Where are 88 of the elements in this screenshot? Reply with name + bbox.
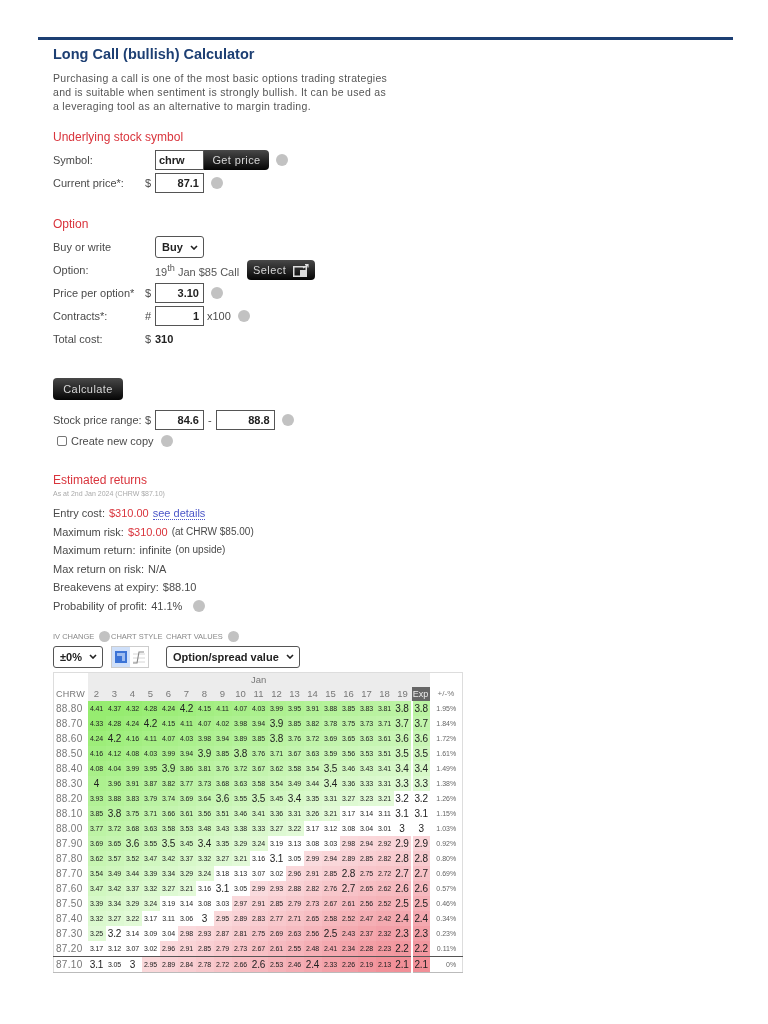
- description: Purchasing a call is one of the most basic options trading strategies and is suitable when sentiment is strongly bullish. It can be used as a leveraging tool as an alternative to margin trading.: [53, 71, 389, 113]
- help-icon[interactable]: [276, 154, 288, 166]
- field-label: Buy or write: [53, 241, 113, 253]
- table-icon[interactable]: [112, 646, 130, 667]
- buy-or-write-select[interactable]: Buy: [155, 236, 204, 258]
- metric-value: $310.00: [108, 506, 149, 521]
- checkbox-label[interactable]: Create new copy: [71, 435, 154, 447]
- help-icon[interactable]: [237, 310, 250, 322]
- option-value: 19$^{th}$ Jan $85 Call: [155, 262, 240, 278]
- select-button[interactable]: Select: [247, 260, 316, 280]
- current-price-input[interactable]: 87.1: [155, 173, 204, 193]
- metric-label: Max return on risk:: [53, 561, 145, 577]
- price-cell: 87.40: [53, 910, 88, 926]
- chevron-down-icon: [285, 654, 294, 660]
- metric-value: infinite: [139, 543, 172, 559]
- help-icon[interactable]: [211, 177, 223, 189]
- symbol-input[interactable]: chrw: [155, 150, 204, 170]
- metric-label: Probability of profit:: [53, 598, 148, 614]
- page-title: Long Call (bullish) Calculator: [53, 45, 256, 63]
- section-heading: Estimated returns: [53, 472, 149, 488]
- metric-note: (at CHRW $85.00): [171, 524, 254, 539]
- prefix-symbol: $: [145, 414, 153, 426]
- table-cell: 2.1: [411, 956, 430, 973]
- price-cell: 88.30: [53, 775, 88, 791]
- metric-label: Entry cost:: [53, 506, 105, 521]
- price-cell: 88.00: [53, 820, 88, 836]
- window-icon: [293, 263, 310, 277]
- prefix-symbol: $: [145, 287, 153, 299]
- prefix-symbol: $: [145, 177, 153, 189]
- price-cell: 87.50: [53, 895, 88, 911]
- price-cell: 87.80: [53, 850, 88, 866]
- metric-value: $88.10: [162, 580, 197, 596]
- price-cell: 88.50: [53, 745, 88, 761]
- help-icon[interactable]: [160, 435, 173, 447]
- price-cell: 88.10: [53, 805, 88, 821]
- price-cell: 87.60: [53, 880, 88, 896]
- column-header: +/-%: [429, 686, 463, 701]
- price-cell: 88.20: [53, 790, 88, 806]
- field-label: Price per option*: [53, 287, 136, 299]
- price-cell: 87.70: [53, 865, 88, 881]
- metric-value: $310.00: [127, 524, 168, 540]
- price-input[interactable]: 3.10: [155, 283, 204, 303]
- price-cell: 88.70: [53, 715, 88, 731]
- chart-values-select[interactable]: Option/spread value: [166, 645, 300, 668]
- price-cell: 87.10: [53, 956, 88, 973]
- field-label: Total cost:: [53, 333, 104, 345]
- section-heading: Underlying stock symbol: [53, 129, 185, 145]
- help-icon[interactable]: [99, 631, 111, 643]
- price-cell: 87.90: [53, 835, 88, 851]
- range-to-input[interactable]: 88.8: [215, 410, 275, 430]
- help-icon[interactable]: [281, 414, 294, 426]
- range-from-input[interactable]: 84.6: [155, 410, 204, 430]
- month-header: Jan: [87, 672, 430, 687]
- total-cost-value: 310: [155, 333, 174, 345]
- prefix-symbol: $: [145, 333, 153, 345]
- chevron-down-icon: [189, 244, 198, 250]
- column-header: CHRW: [53, 686, 88, 701]
- metric-note: (on upside): [175, 543, 226, 558]
- price-cell: 88.60: [53, 730, 88, 746]
- field-label: Current price*:: [53, 177, 125, 189]
- iv-change-select[interactable]: ±0%: [53, 645, 103, 668]
- contracts-input[interactable]: 1: [155, 306, 204, 326]
- metric-label: Breakevens at expiry:: [53, 580, 159, 596]
- table-cell: 3.1: [87, 956, 106, 973]
- price-cell: 88.80: [53, 700, 88, 716]
- field-label: Stock price range:: [53, 414, 143, 426]
- help-icon[interactable]: [193, 600, 206, 613]
- chevron-down-icon: [88, 654, 97, 660]
- metric-value: N/A: [148, 561, 167, 577]
- checkbox[interactable]: [57, 436, 67, 446]
- help-icon[interactable]: [227, 631, 239, 643]
- field-label: Contracts*:: [53, 310, 109, 322]
- help-icon[interactable]: [211, 287, 223, 299]
- price-cell: 87.20: [53, 940, 88, 957]
- prefix-symbol: #: [145, 310, 153, 322]
- metric-label: Maximum return:: [53, 543, 136, 559]
- calculate-button[interactable]: Calculate: [53, 378, 123, 400]
- get-price-button[interactable]: Get price: [204, 150, 269, 170]
- metric-label: Maximum risk:: [53, 524, 124, 540]
- multiplier-text: x100: [207, 310, 231, 322]
- price-cell: 87.30: [53, 925, 88, 941]
- price-cell: 88.40: [53, 760, 88, 776]
- metric-value: 41.1%: [151, 598, 183, 614]
- range-separator: -: [208, 414, 212, 426]
- field-label: Symbol:: [53, 154, 94, 166]
- details-link[interactable]: see details: [152, 506, 206, 520]
- section-heading: Option: [53, 216, 90, 232]
- field-label: Option:: [53, 264, 90, 276]
